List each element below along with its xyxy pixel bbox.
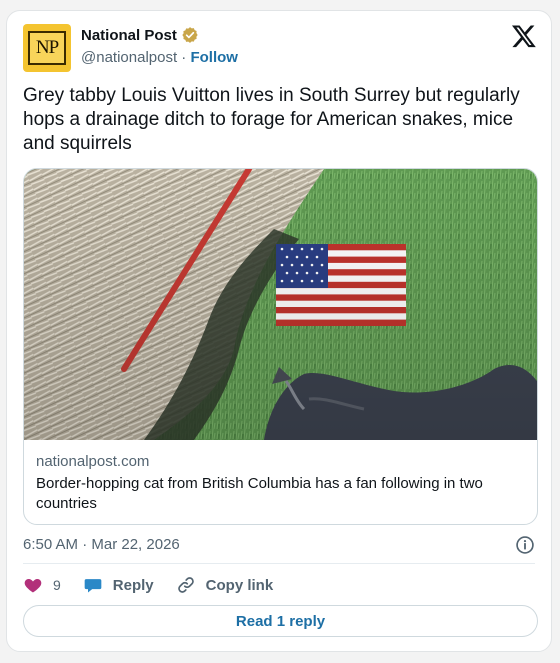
copy-link-button[interactable]: Copy link	[176, 575, 274, 595]
author-handle[interactable]: @nationalpost	[81, 49, 177, 66]
tweet-text: Grey tabby Louis Vuitton lives in South …	[23, 85, 520, 154]
tweet-timestamp[interactable]: 6:50 AM · Mar 22, 2026	[23, 536, 180, 553]
verified-badge-icon	[182, 27, 198, 43]
link-title: Border-hopping cat from British Columbia…	[36, 475, 483, 512]
handle-row: @nationalpost · Follow	[81, 49, 238, 66]
info-icon[interactable]	[515, 535, 535, 555]
follow-button[interactable]: Follow	[190, 49, 238, 66]
x-logo-icon[interactable]	[511, 23, 537, 49]
heart-icon	[24, 579, 42, 593]
copy-link-label: Copy link	[205, 576, 274, 594]
divider	[23, 563, 535, 564]
separator: ·	[181, 49, 187, 66]
tweet-card: NP National Post @nationalpost · Follow …	[6, 10, 552, 652]
author-name-row[interactable]: National Post	[81, 26, 199, 44]
author-name[interactable]: National Post	[81, 27, 177, 44]
reply-label: Reply	[112, 576, 154, 594]
likes-count: 9	[53, 577, 61, 593]
link-icon	[177, 577, 194, 593]
read-reply-button[interactable]: Read 1 reply	[23, 605, 538, 637]
article-image	[24, 169, 537, 440]
like-button[interactable]: 9	[23, 575, 61, 595]
action-bar: 9 Reply Copy link	[23, 574, 295, 596]
avatar[interactable]: NP	[23, 24, 71, 72]
link-preview-card[interactable]: nationalpost.com Border-hopping cat from…	[23, 168, 538, 525]
speech-bubble-icon	[84, 579, 102, 593]
reply-button[interactable]: Reply	[83, 575, 154, 595]
avatar-logo: NP	[28, 31, 66, 65]
link-domain: nationalpost.com	[36, 453, 150, 470]
